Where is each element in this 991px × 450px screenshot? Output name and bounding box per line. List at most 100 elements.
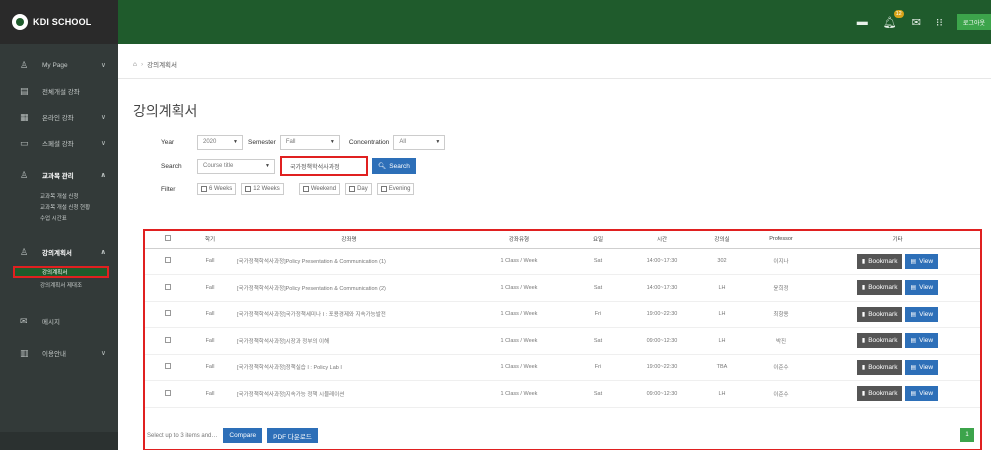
time-cell: 14:00~17:30 [627,248,697,275]
checkbox-icon[interactable] [165,257,171,264]
view-button[interactable]: ▤ View [905,359,939,375]
view-button[interactable]: ▤ View [905,386,939,402]
day-cell: Sat [569,248,627,275]
bookmark-button[interactable]: ▮ Bookmark [856,386,903,402]
row-select-cell[interactable] [145,274,191,302]
mail-icon: ✉ [20,315,28,326]
chevron-down-icon: ∨ [100,140,106,147]
row-select-cell[interactable] [145,380,191,408]
main-content: ⌂ › 강의계획서 강의계획서 Year 2020 ▼ Semester Fall… [118,44,991,450]
breadcrumb: ⌂ › 강의계획서 [133,60,178,70]
checkbox-icon[interactable] [165,389,171,396]
checkbox-evening[interactable]: Evening [376,183,415,195]
checkbox-day[interactable]: Day [345,183,372,195]
monitor-icon[interactable]: ▬ [857,16,868,28]
view-button[interactable]: ▤ View [905,306,939,322]
search-button[interactable]: 🔍︎ Search [372,158,416,174]
column-header: 강의실 [697,231,747,249]
sidebar-item-all-courses[interactable]: ▤ 전체개설 강좌 [0,78,118,104]
breadcrumb-current: 강의계획서 [147,62,178,69]
time-cell: 09:00~12:30 [627,380,697,408]
logout-button[interactable]: 로그아웃 [956,14,991,30]
logo[interactable]: KDI SCHOOL [0,0,118,44]
checkbox-icon [349,186,356,192]
professor-cell: 최항용 [747,301,815,328]
mail-icon[interactable]: ✉ [912,16,921,29]
sidebar-item-online-courses[interactable]: ▦ 온라인 강좌 ∨ [0,104,118,130]
row-select-cell[interactable] [145,354,191,381]
day-cell: Sat [569,274,627,302]
sidebar-item-messages[interactable]: ✉ 메시지 [0,308,118,334]
actions-cell: ▮ Bookmark ▤ View [815,354,980,381]
sidebar-item-my-page[interactable]: ♙ My Page ∨ [0,52,118,78]
course-management-submenu: 교과목 개설 신청 교과목 개설 신청 현황 수업 시간표 [0,188,118,231]
user-icon: ♙ [20,169,29,180]
bell-icon[interactable]: 🔔︎ 12 [883,9,904,29]
view-button[interactable]: ▤ View [905,333,939,349]
book-icon: ▥ [20,347,29,358]
bookmark-button[interactable]: ▮ Bookmark [856,333,903,349]
submenu-item[interactable]: 수업 시간표 [0,212,118,223]
table-row: Fall [국가정책학석사과정]Policy Presentation & Co… [145,274,980,302]
table-row: Fall [국가정책학석사과정]국가정책세미나 I : 포용경제와 지속가능발전… [145,301,980,328]
checkbox-icon[interactable] [165,336,171,343]
checkbox-icon [302,186,309,192]
bookmark-icon: ▮ [861,285,866,292]
select-all-header[interactable] [145,231,191,249]
course-title-cell: [국가정책학석사과정]지속가능 정책 시뮬레이션 [229,380,469,408]
filter-form: Year 2020 ▼ Semester Fall ▼ Concentration … [161,134,446,202]
book-icon: ▤ [20,85,29,96]
grid-icon: ▦ [20,111,29,122]
submenu-item[interactable]: 교과목 개설 신청 현황 [0,201,118,212]
sidebar-item-guide[interactable]: ▥ 이용안내 ∨ [0,340,118,366]
chevron-up-icon: ∧ [100,249,106,256]
compare-button[interactable]: Compare [223,428,263,443]
chevron-down-icon: ∨ [100,62,106,69]
sidebar-footer [0,432,118,450]
checkbox-icon[interactable] [165,283,171,290]
view-button[interactable]: ▤ View [905,280,939,296]
actions-cell: ▮ Bookmark ▤ View [815,327,980,355]
user-icon: ♙ [20,246,29,257]
submenu-item-syllabus-selected[interactable]: 강의계획서 [13,266,109,278]
checkbox-icon[interactable] [165,363,171,370]
bookmark-button[interactable]: ▮ Bookmark [856,253,903,269]
document-icon: ▤ [910,364,917,371]
professor-cell: 이지나 [747,248,815,275]
search-field-select[interactable]: Course title ▼ [197,158,275,174]
row-select-cell[interactable] [145,248,191,275]
row-select-cell[interactable] [145,327,191,355]
divider [118,78,991,79]
year-select[interactable]: 2020 ▼ [197,134,243,150]
document-icon: ▤ [910,311,917,318]
checkbox-weekend[interactable]: Weekend [298,183,341,195]
submenu-item[interactable]: 강의계획서 제대조 [0,279,118,290]
view-button[interactable]: ▤ View [905,253,939,269]
checkbox-icon[interactable] [165,310,171,317]
sidebar-item-syllabus[interactable]: ♙ 강의계획서 ∧ [0,239,118,265]
concentration-select[interactable]: All ▼ [393,134,446,150]
bookmark-button[interactable]: ▮ Bookmark [856,359,903,375]
term-cell: Fall [191,380,229,408]
checkbox-6-weeks[interactable]: 6 Weeks [197,183,237,195]
professor-cell: 이준수 [747,380,815,408]
bookmark-button[interactable]: ▮ Bookmark [856,280,903,296]
search-icon: 🔍︎ [378,163,387,170]
sidebar-item-special-courses[interactable]: ▭ 스페셜 강좌 ∨ [0,130,118,156]
checkbox-12-weeks[interactable]: 12 Weeks [241,183,284,195]
column-header: 강좌명 [229,231,469,249]
bookmark-button[interactable]: ▮ Bookmark [856,306,903,322]
submenu-item[interactable]: 교과목 개설 신청 [0,190,118,201]
pdf-download-button[interactable]: PDF 다운로드 [267,428,318,443]
course-title-cell: [국가정책학석사과정]국가정책세미나 I : 포용경제와 지속가능발전 [229,301,469,328]
semester-select[interactable]: Fall ▼ [279,134,340,150]
sidebar-item-course-management[interactable]: ♙ 교과목 관리 ∧ [0,162,118,188]
search-input[interactable]: 국가정책학석사과정 [280,156,368,176]
bookmark-icon: ▮ [861,391,866,398]
caret-down-icon: ▼ [329,139,335,145]
row-select-cell[interactable] [145,301,191,328]
page-button[interactable]: 1 [960,428,974,442]
grid-icon[interactable]: ⁝⁝ [936,16,943,29]
home-icon[interactable]: ⌂ [133,61,137,68]
caret-down-icon: ▼ [233,139,238,145]
